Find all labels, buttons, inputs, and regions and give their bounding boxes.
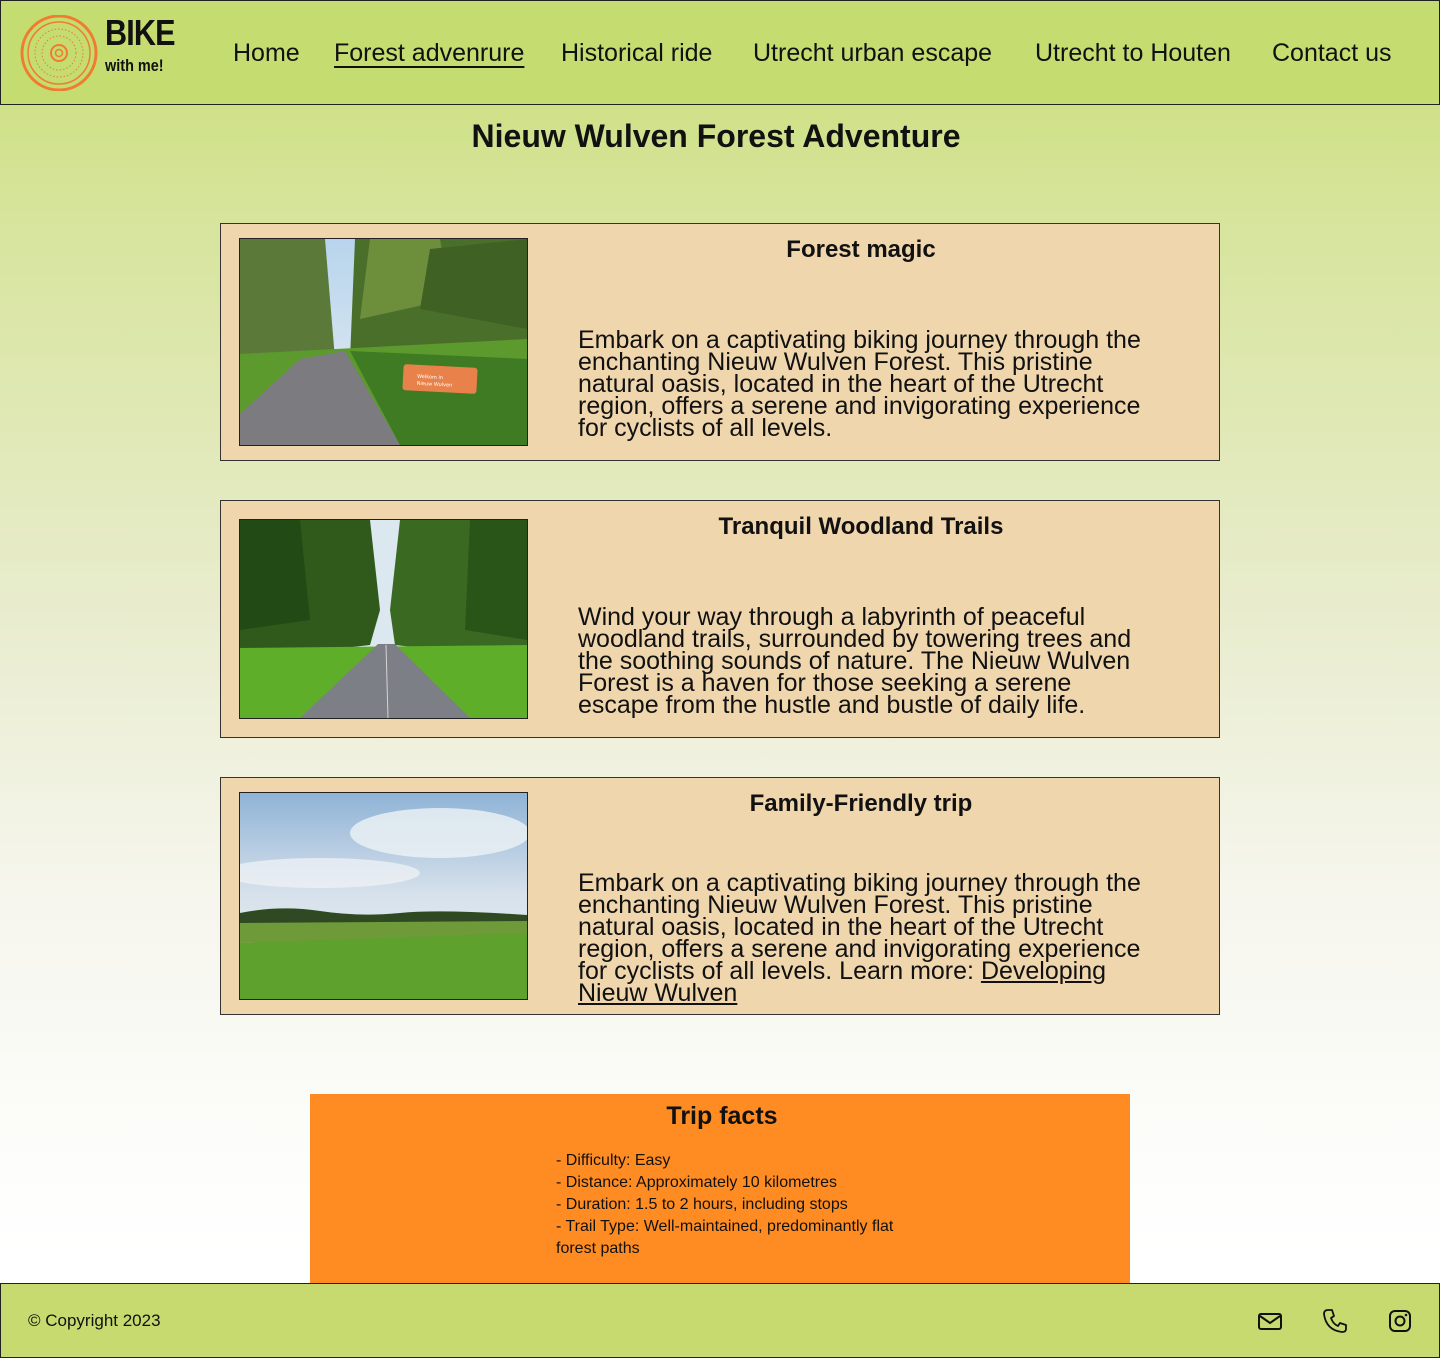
instagram-icon[interactable] (1385, 1306, 1415, 1336)
card-text: Embark on a captivating biking journey t… (578, 871, 1153, 1006)
card-text: Wind your way through a labyrinth of pea… (578, 603, 1132, 719)
copyright-text: © Copyright 2023 (28, 1311, 161, 1330)
trip-facts-panel: Trip facts - Difficulty: Easy - Distance… (310, 1094, 1130, 1284)
nav-home[interactable]: Home (233, 39, 300, 68)
forest-path-photo: Welkom inNieuw Wulven (239, 238, 528, 446)
nav-utrecht-urban-escape[interactable]: Utrecht urban escape (753, 39, 992, 68)
mail-icon[interactable] (1255, 1306, 1285, 1336)
fact-distance: - Distance: Approximately 10 kilometres (556, 1174, 837, 1191)
meadow-photo (239, 792, 528, 1000)
trip-facts-list: - Difficulty: Easy - Distance: Approxima… (556, 1150, 906, 1260)
brand-wordmark[interactable]: BIKE with me! (105, 12, 187, 75)
fact-difficulty: - Difficulty: Easy (556, 1152, 671, 1169)
site-header: BIKE with me! Home Forest advenrure Hist… (0, 0, 1440, 105)
brand-tagline: with me! (105, 56, 164, 75)
nav-utrecht-to-houten[interactable]: Utrecht to Houten (1035, 39, 1231, 68)
fact-trail-type: - Trail Type: Well-maintained, predomina… (556, 1218, 894, 1257)
brand-title: BIKE (105, 12, 176, 53)
nav-historical-ride[interactable]: Historical ride (561, 39, 712, 68)
woodland-trail-photo (239, 519, 528, 719)
card-title: Forest magic (786, 236, 936, 263)
nav-forest-adventure[interactable]: Forest advenrure (334, 39, 524, 68)
trip-facts-title: Trip facts (666, 1102, 778, 1130)
woodland-trail-image (240, 520, 527, 718)
nav-contact-us[interactable]: Contact us (1272, 39, 1392, 68)
card-tranquil-woodland-trails: Tranquil Woodland Trails Wind your way t… (220, 500, 1220, 738)
forest-path-image: Welkom inNieuw Wulven (240, 239, 527, 445)
bike-wheel-logo-icon[interactable] (19, 15, 99, 91)
site-footer: © Copyright 2023 (0, 1283, 1440, 1358)
card-family-friendly-trip: Family-Friendly trip Embark on a captiva… (220, 777, 1220, 1015)
page-title: Nieuw Wulven Forest Adventure (471, 118, 961, 154)
card-forest-magic: Welkom inNieuw Wulven Forest magic Embar… (220, 223, 1220, 461)
card-text: Embark on a captivating biking journey t… (578, 326, 1141, 442)
card-title: Tranquil Woodland Trails (718, 513, 1004, 540)
meadow-image (240, 793, 527, 999)
card-title: Family-Friendly trip (749, 790, 973, 817)
phone-icon[interactable] (1320, 1306, 1350, 1336)
fact-duration: - Duration: 1.5 to 2 hours, including st… (556, 1196, 848, 1213)
